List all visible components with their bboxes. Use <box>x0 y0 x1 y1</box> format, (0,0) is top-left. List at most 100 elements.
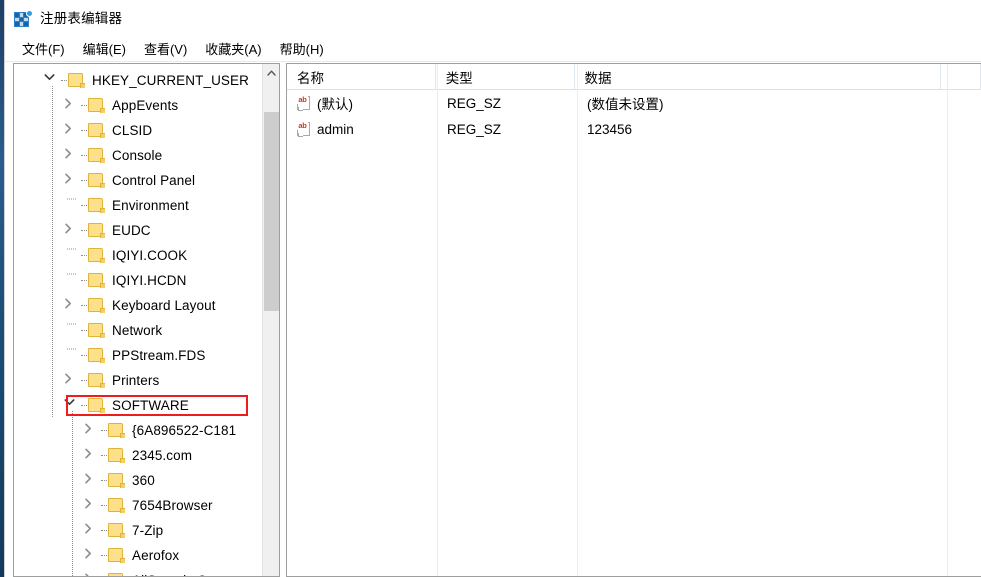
chevron-right-icon[interactable] <box>64 373 80 389</box>
tree-connector-spacer <box>64 198 80 214</box>
chevron-right-icon[interactable] <box>64 223 80 239</box>
chevron-right-icon[interactable] <box>84 448 100 464</box>
folder-icon <box>88 323 105 338</box>
chevron-right-icon[interactable] <box>84 523 100 539</box>
registry-values-list: ab (默认) REG_SZ (数值未设置) ab admin REG_SZ 123456 <box>287 90 981 142</box>
tree-item-aerofox[interactable]: Aerofox <box>14 543 262 568</box>
column-header-label: 类型 <box>445 71 473 86</box>
column-separator <box>437 64 438 576</box>
tree-item-2345-com[interactable]: 2345.com <box>14 443 262 468</box>
column-header-type[interactable]: 类型 <box>436 64 575 90</box>
column-header-name[interactable]: 名称 <box>287 64 436 90</box>
column-separator <box>577 64 578 576</box>
value-data-label: 123456 <box>587 121 633 137</box>
tree-connector-line <box>80 93 88 118</box>
tree-connector-line <box>100 518 108 543</box>
tree-item-label: {6A896522-C181 <box>132 422 237 438</box>
scroll-up-button[interactable] <box>263 64 279 81</box>
scrollbar-thumb[interactable] <box>264 111 279 312</box>
tree-connector-line <box>80 143 88 168</box>
title-bar: 注册表编辑器 <box>5 0 981 38</box>
chevron-right-icon[interactable] <box>64 123 80 139</box>
folder-icon <box>108 448 125 463</box>
tree-item-label: Aerofox <box>132 547 180 563</box>
folder-icon <box>88 223 105 238</box>
tree-connector-spacer <box>64 323 80 339</box>
string-value-icon: ab <box>297 95 312 111</box>
tree-item-label: 7654Browser <box>132 497 213 513</box>
tree-item-7-zip[interactable]: 7-Zip <box>14 518 262 543</box>
registry-values-pane: 名称 类型 数据 ab (默认) REG_SZ (数值未设置) ab admin REG_SZ 1… <box>286 63 981 577</box>
tree-connector-line <box>100 468 108 493</box>
column-header-label: 数据 <box>584 71 612 86</box>
tree-item-label: Network <box>112 322 163 338</box>
tree-item-label: CLSID <box>112 122 153 138</box>
chevron-right-icon[interactable] <box>64 173 80 189</box>
tree-item-label: AppEvents <box>112 97 179 113</box>
tree-item-label: IQIYI.HCDN <box>112 272 187 288</box>
folder-icon <box>108 498 125 513</box>
chevron-right-icon[interactable] <box>84 573 100 576</box>
menu-favorites[interactable]: 收藏夹(A) <box>196 41 270 59</box>
tree-connector-line <box>80 118 88 143</box>
tree-connector-line <box>80 343 88 368</box>
tree-connector-line <box>100 493 108 518</box>
registry-value-row[interactable]: ab admin REG_SZ 123456 <box>287 116 981 142</box>
tree-connector-spacer <box>64 248 80 264</box>
window-frame: 注册表编辑器 文件(F) 编辑(E) 查看(V) 收藏夹(A) 帮助(H) HK… <box>4 0 981 577</box>
chevron-right-icon[interactable] <box>64 148 80 164</box>
chevron-right-icon[interactable] <box>84 548 100 564</box>
value-name-label: (默认) <box>317 97 353 112</box>
value-data-cell: 123456 <box>577 116 947 142</box>
tree-connector-line <box>80 368 88 393</box>
column-header-data[interactable]: 数据 <box>575 64 942 90</box>
registry-value-row[interactable]: ab (默认) REG_SZ (数值未设置) <box>287 90 981 116</box>
chevron-right-icon[interactable] <box>84 423 100 439</box>
tree-connector-line <box>80 293 88 318</box>
tree-item-alisecuritycenter[interactable]: AliSecurityCenter <box>14 568 262 576</box>
registry-key-tree: HKEY_CURRENT_USER AppEvents CLSID Console Co… <box>14 64 262 576</box>
folder-icon <box>108 548 125 563</box>
folder-icon <box>88 123 105 138</box>
menu-help[interactable]: 帮助(H) <box>271 41 333 59</box>
list-column-headers: 名称 类型 数据 <box>287 64 981 90</box>
tree-item-360[interactable]: 360 <box>14 468 262 493</box>
tree-connector-spacer <box>64 273 80 289</box>
folder-icon <box>108 573 125 576</box>
chevron-right-icon[interactable] <box>64 298 80 314</box>
tree-scroll-area: HKEY_CURRENT_USER AppEvents CLSID Console Co… <box>14 64 262 576</box>
folder-icon <box>88 298 105 313</box>
tree-connector-line <box>80 243 88 268</box>
string-value-icon: ab <box>297 121 312 137</box>
menu-view[interactable]: 查看(V) <box>135 41 196 59</box>
tree-vertical-scrollbar[interactable] <box>262 64 279 576</box>
tree-rail <box>52 86 53 417</box>
tree-connector-line <box>100 543 108 568</box>
value-type-label: REG_SZ <box>447 95 502 111</box>
tree-item-label: Environment <box>112 197 189 213</box>
tree-item-label: AliSecurityCenter <box>132 574 238 576</box>
tree-connector-line <box>80 318 88 343</box>
tree-item-6a896522-c181[interactable]: {6A896522-C181 <box>14 418 262 443</box>
tree-connector-line <box>80 218 88 243</box>
tree-item-label: Control Panel <box>112 172 196 188</box>
chevron-right-icon[interactable] <box>84 473 100 489</box>
tree-item-7654browser[interactable]: 7654Browser <box>14 493 262 518</box>
menu-file[interactable]: 文件(F) <box>13 41 74 59</box>
tree-item-label: Console <box>112 147 163 163</box>
tree-item-label: 2345.com <box>132 447 193 463</box>
folder-icon <box>88 198 105 213</box>
value-name-cell: ab (默认) <box>287 90 437 116</box>
menu-edit[interactable]: 编辑(E) <box>74 41 135 59</box>
tree-item-label: HKEY_CURRENT_USER <box>92 72 249 88</box>
value-type-cell: REG_SZ <box>437 116 577 142</box>
value-type-cell: REG_SZ <box>437 90 577 116</box>
folder-icon <box>88 273 105 288</box>
chevron-right-icon[interactable] <box>84 498 100 514</box>
folder-icon <box>88 373 105 388</box>
tree-item-label: SOFTWARE <box>112 397 189 413</box>
tree-connector-line <box>80 268 88 293</box>
folder-icon <box>88 398 105 413</box>
chevron-right-icon[interactable] <box>64 98 80 114</box>
tree-connector-spacer <box>64 348 80 364</box>
